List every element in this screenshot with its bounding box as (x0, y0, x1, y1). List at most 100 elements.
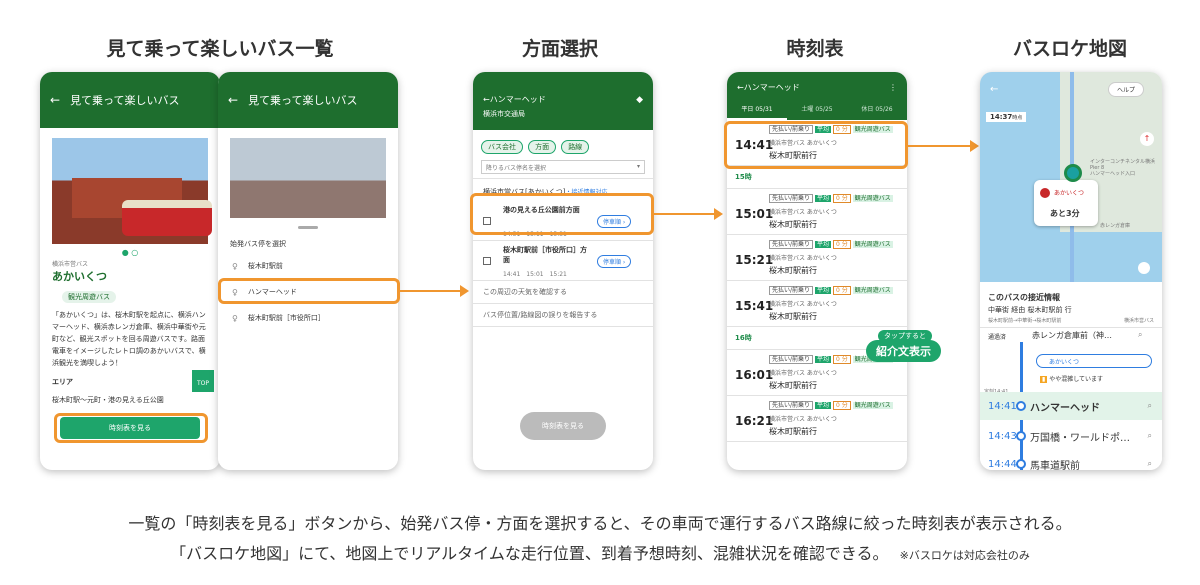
stop-option[interactable]: ♀ 桜木町駅前［市役所口］ (218, 303, 398, 329)
tag-tourism: 観光周遊バス (852, 195, 893, 202)
report-link[interactable]: バス停位置/路線図の誤りを報告する (473, 304, 653, 327)
title-direction: 方面選択 (521, 38, 598, 60)
tab-saturday[interactable]: 土曜 05/25 (787, 102, 847, 120)
timetable-row[interactable]: 先払い/前乗り 平均 0 分観光周遊バス 16:21 横浜市営バス あかいくつ 桜木町駅前… (727, 396, 907, 442)
flow-arrow (400, 290, 460, 292)
bus-name: あかいくつ (52, 270, 107, 283)
timetable-search-icon[interactable]: ⌕ (1138, 330, 1142, 340)
tag-average: 平均 (815, 195, 832, 202)
tab-holiday-date: 05/26 (875, 106, 893, 113)
sheet-handle[interactable] (298, 226, 318, 229)
hour-header: 15時 (727, 166, 907, 189)
flow-arrow-head (970, 140, 979, 152)
app-bar-title: 見て乗って楽しいバス (248, 94, 358, 107)
filter-route[interactable]: 路線 (561, 140, 590, 154)
row-operator: 横浜市営バス あかいくつ (769, 301, 837, 308)
more-icon[interactable]: ⋮ (889, 83, 897, 92)
stop-name: ハンマーヘッド (1030, 402, 1100, 414)
stop-order-button[interactable]: 停車順 › (597, 255, 632, 268)
bus-bubble[interactable]: あかいくつ あと3分 (1034, 180, 1098, 226)
stop-time: 14:41 (988, 400, 1017, 412)
crowd-icon: ▮ (1040, 376, 1048, 383)
dropdown-icon: ▾ (636, 163, 640, 170)
panel-operator: 横浜市営バス (1123, 318, 1154, 324)
bottom-sheet: 始発バス停を選択 ♀ 桜木町駅前 ♀ ハンマーヘッド ♀ 桜木町駅前［市役所口］ (218, 218, 398, 470)
stop-option[interactable]: ♀ 桜木町駅前 (218, 251, 398, 277)
row-tags: 先払い/前乗り平均0 分観光周遊バス (769, 400, 893, 410)
time-badge: 14:37時点 (986, 112, 1027, 122)
timetable-row[interactable]: 先払い/前乗り 平均 0 分観光周遊バス 15:01 横浜市営バス あかいくつ 桜木町駅前… (727, 189, 907, 235)
departure-time: 15:21 (735, 253, 774, 267)
flow-arrow (654, 213, 714, 215)
title-bus-list: 見て乗って楽しいバス一覧 (106, 38, 334, 60)
timetable-button-disabled[interactable]: 時刻表を見る (520, 412, 606, 440)
back-arrow-icon[interactable]: ← (990, 84, 998, 95)
timetable-search-icon[interactable]: ⌕ (1148, 401, 1152, 411)
stop-marker-icon (1016, 459, 1026, 469)
filter-direction[interactable]: 方面 (528, 140, 557, 154)
top-label: TOP (196, 380, 209, 387)
stop-row[interactable]: 14:44 馬車道駅前 ⌕ (980, 450, 1162, 471)
tourism-chip: 観光周遊バス (62, 291, 116, 303)
tab-holiday[interactable]: 休日 05/26 (847, 102, 907, 120)
timetable-search-icon[interactable]: ⌕ (1148, 459, 1152, 469)
phone-start-stop: ← 見て乗って楽しいバス 始発バス停を選択 ♀ 桜木町駅前 ♀ ハンマーヘッド … (218, 72, 398, 470)
bus-stop-icon: ♀ (232, 313, 238, 323)
stop-name: 万国橋・ワールドポ… (1030, 432, 1130, 444)
map-area[interactable]: ← ヘルプ 14:37時点 ↑ インターコンチネンタル横浜 Pier 8 ハンマ… (980, 72, 1162, 282)
highlight-direction (470, 193, 654, 235)
stop-row-current[interactable]: 14:41 ハンマーヘッド ⌕ (980, 392, 1162, 420)
route-icon[interactable]: ◆ (636, 95, 643, 105)
row-destination: 桜木町駅前行 (769, 312, 817, 321)
caption-line-2: 「バスロケ地図」にて、地図上でリアルタイムな走行位置、到着予想時刻、混雑状況を確… (0, 540, 1200, 564)
weather-link[interactable]: この周辺の天気を確認する (473, 281, 653, 304)
back-arrow-icon[interactable]: ← (737, 83, 744, 92)
help-button[interactable]: ヘルプ (1108, 82, 1145, 97)
tag-average: 平均 (815, 241, 832, 248)
direction-name: 桜木町駅前［市役所口］方面 (503, 246, 587, 264)
bubble-eta: あと3分 (1050, 209, 1080, 218)
stop-row[interactable]: 14:43 万国橋・ワールドポ… ⌕ (980, 422, 1162, 450)
highlight-timetable-button (54, 413, 208, 443)
approach-panel: このバスの接近情報 中華街 経由 桜木町駅前 行 桜木町駅前→中華街→桜木町駅前… (980, 282, 1162, 470)
tag-delay: 0 分 (833, 355, 851, 364)
stop-option-label: 桜木町駅前 (247, 262, 283, 270)
timetable-search-icon[interactable]: ⌕ (1148, 431, 1152, 441)
bus-location-icon[interactable] (1064, 164, 1082, 182)
departure-time: 16:21 (735, 414, 774, 428)
departure-time: 15:41 (735, 299, 774, 313)
compass-icon[interactable]: ↑ (1140, 132, 1154, 146)
back-arrow-icon[interactable]: ← (483, 95, 490, 104)
departure-time: 15:01 (735, 207, 774, 221)
panel-route: 中華街 経由 桜木町駅前 行 (988, 306, 1072, 314)
bus-description: 「あかいくつ」は、桜木町駅を起点に、横浜ハンマーヘッド、横浜赤レンガ倉庫、横浜中… (52, 311, 206, 367)
filter-company[interactable]: バス会社 (481, 140, 523, 154)
bus-position-card[interactable]: あかいくつ (1036, 354, 1152, 368)
caption-line-2-text: 「バスロケ地図」にて、地図上でリアルタイムな走行位置、到着予想時刻、混雑状況を確… (170, 544, 889, 563)
timetable-row[interactable]: 先払い/前乗り 平均 0 分観光周遊バス 15:41 横浜市営バス あかいくつ 桜木町駅前… (727, 281, 907, 327)
tab-weekday-label: 平日 (741, 106, 754, 113)
title-bus-map: バスロケ地図 (1012, 38, 1127, 60)
tag-tourism: 観光周遊バス (852, 402, 893, 409)
title-timetable: 時刻表 (786, 38, 844, 60)
back-arrow-icon[interactable]: ← (228, 93, 238, 107)
timetable-row[interactable]: 先払い/前乗り 平均 0 分観光周遊バス 15:21 横浜市営バス あかいくつ 桜木町駅前… (727, 235, 907, 281)
tag-delay: 0 分 (833, 240, 851, 249)
direction-row[interactable]: 桜木町駅前［市役所口］方面 14:41 15:01 15:21 停車順 › (473, 241, 653, 281)
passed-stop-row[interactable]: 通過済 赤レンガ倉庫前（神… ⌕ (980, 326, 1162, 348)
back-arrow-icon[interactable]: ← (50, 93, 60, 107)
checkbox[interactable] (483, 257, 491, 265)
caption-note: ※バスロケは対応会社のみ (899, 549, 1030, 562)
highlight-first-departure (724, 121, 908, 169)
phone-direction: ← ハンマーヘッド ◆ 横浜市交通局 バス会社 方面 路線 降りるバス停名を選択… (473, 72, 653, 470)
area-value: 桜木町駅〜元町・港の見える丘公園 (52, 396, 164, 404)
bus-avatar-icon (1040, 188, 1050, 198)
caption-line-1: 一覧の「時刻表を見る」ボタンから、始発バス停・方面を選択すると、その車両で運行す… (128, 514, 1072, 533)
crowd-status: ▮ やや混雑しています (1040, 374, 1103, 383)
my-location-icon[interactable] (1138, 262, 1150, 274)
tab-saturday-label: 土曜 (801, 106, 814, 113)
tab-weekday[interactable]: 平日 05/31 (727, 102, 787, 120)
carousel-dots: ● ○ (121, 248, 139, 257)
scroll-top-button[interactable]: TOP (192, 370, 214, 392)
dest-stop-select[interactable]: 降りるバス停名を選択 ▾ (481, 160, 645, 174)
